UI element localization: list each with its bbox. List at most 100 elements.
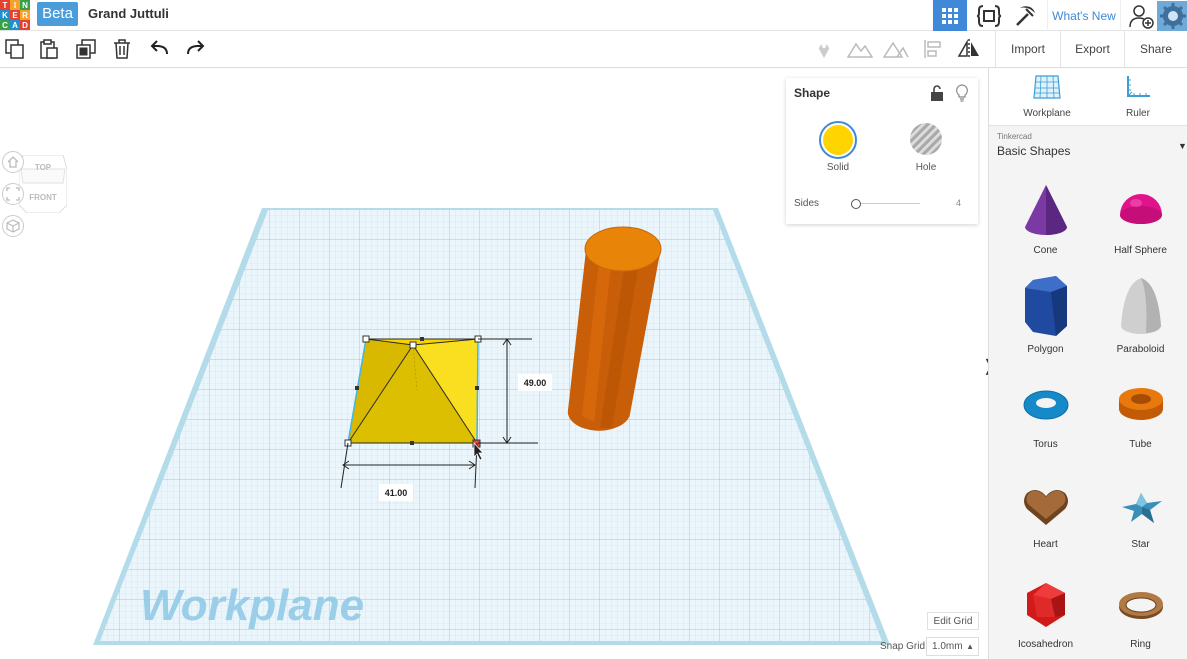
tinkercad-logo[interactable]: TIN KER CAD bbox=[0, 0, 30, 30]
shape-cone[interactable]: Cone bbox=[998, 183, 1093, 283]
shape-name: Star bbox=[1131, 539, 1150, 550]
library-select[interactable]: Basic Shapes bbox=[997, 144, 1070, 158]
shape-name: Heart bbox=[1033, 539, 1058, 550]
hide-button[interactable] bbox=[883, 37, 909, 61]
shape-name: Icosahedron bbox=[1017, 639, 1074, 650]
shape-torus[interactable]: Torus bbox=[998, 377, 1093, 477]
sides-value: 4 bbox=[956, 198, 962, 208]
align-button[interactable] bbox=[921, 37, 945, 61]
view-cube[interactable]: TOP FRONT bbox=[18, 154, 68, 214]
shape-paraboloid[interactable]: Paraboloid bbox=[1093, 274, 1187, 374]
hole-option[interactable] bbox=[910, 123, 942, 155]
shape-tube[interactable]: Tube bbox=[1093, 377, 1187, 477]
icosahedron-icon bbox=[1026, 583, 1065, 627]
mirror-icon bbox=[957, 39, 979, 59]
cone-icon bbox=[1024, 185, 1067, 235]
resize-handle[interactable] bbox=[409, 341, 417, 349]
clipboard-icon bbox=[40, 39, 58, 59]
3d-view-button[interactable] bbox=[933, 0, 967, 31]
trash-icon bbox=[114, 39, 130, 59]
ruler-tool[interactable]: Ruler bbox=[1098, 74, 1178, 119]
view-cube-top[interactable]: TOP bbox=[19, 163, 67, 172]
lock-icon[interactable] bbox=[930, 85, 944, 101]
tinkercad-app: TIN KER CAD Beta Grand Juttuli What's Ne… bbox=[0, 0, 1187, 659]
fit-view-button[interactable] bbox=[2, 183, 24, 205]
view-cube-front[interactable]: FRONT bbox=[19, 193, 67, 202]
solid-color-swatch bbox=[823, 125, 853, 155]
export-button[interactable]: Export bbox=[1060, 31, 1124, 67]
add-user-button[interactable] bbox=[1124, 0, 1158, 31]
share-button[interactable]: Share bbox=[1124, 31, 1187, 67]
lightbulb-icon[interactable] bbox=[955, 84, 969, 102]
redo-button[interactable] bbox=[183, 37, 207, 61]
code-blocks-icon bbox=[976, 4, 1002, 27]
half-sphere-icon bbox=[1119, 194, 1162, 224]
shape-name: Cone bbox=[1033, 245, 1058, 256]
shape-name: Half Sphere bbox=[1114, 245, 1167, 256]
projection-button[interactable] bbox=[2, 215, 24, 237]
snap-grid-value: 1.0mm bbox=[932, 641, 963, 652]
edit-grid-button[interactable]: Edit Grid bbox=[927, 612, 979, 630]
beta-badge: Beta bbox=[37, 2, 78, 26]
shape-name: Tube bbox=[1129, 439, 1152, 450]
snap-grid-select[interactable]: 1.0mm ▲ bbox=[926, 637, 979, 656]
hole-label: Hole bbox=[915, 162, 937, 173]
import-button[interactable]: Import bbox=[995, 31, 1060, 67]
note-button[interactable] bbox=[812, 37, 836, 61]
grid-icon bbox=[942, 7, 958, 24]
pin-icon bbox=[819, 44, 829, 58]
torus-icon bbox=[1023, 390, 1068, 420]
pickaxe-icon bbox=[1016, 5, 1035, 26]
duplicate-button[interactable] bbox=[74, 37, 98, 61]
library-owner: Tinkercad bbox=[997, 132, 1032, 141]
delete-button[interactable] bbox=[110, 37, 134, 61]
project-title[interactable]: Grand Juttuli bbox=[88, 6, 169, 21]
ring-icon bbox=[1118, 592, 1163, 619]
shape-star[interactable]: Star bbox=[1093, 477, 1187, 577]
workplane-tool-label: Workplane bbox=[1023, 108, 1071, 119]
mountain-outline-icon bbox=[883, 41, 909, 58]
ruler-icon bbox=[1127, 76, 1150, 97]
resize-handle[interactable] bbox=[362, 335, 370, 343]
duplicate-icon bbox=[76, 39, 96, 59]
fit-icon bbox=[6, 187, 20, 201]
solid-option[interactable] bbox=[819, 121, 857, 159]
minecraft-button[interactable] bbox=[1009, 0, 1043, 31]
sidebar-tools: Workplane Ruler bbox=[989, 68, 1187, 126]
paste-button[interactable] bbox=[37, 37, 61, 61]
heart-icon bbox=[1023, 490, 1068, 525]
workplane-tool[interactable]: Workplane bbox=[1007, 74, 1087, 119]
user-avatar[interactable] bbox=[1157, 0, 1187, 31]
home-view-button[interactable] bbox=[2, 151, 24, 173]
home-icon bbox=[7, 156, 19, 168]
depth-dimension[interactable]: 49.00 bbox=[524, 378, 547, 388]
pyramid-shape[interactable] bbox=[344, 335, 482, 448]
shape-heart[interactable]: Heart bbox=[998, 477, 1093, 577]
redo-icon bbox=[187, 40, 205, 55]
avatar-icon bbox=[1157, 0, 1187, 31]
star-icon bbox=[1121, 493, 1162, 523]
show-all-button[interactable] bbox=[847, 37, 873, 61]
shape-polygon[interactable]: Polygon bbox=[998, 274, 1093, 374]
sides-slider-track[interactable] bbox=[854, 203, 920, 204]
shape-inspector-title: Shape bbox=[794, 86, 831, 100]
caret-down-icon[interactable]: ▼ bbox=[1178, 141, 1187, 151]
mountain-icon bbox=[847, 42, 873, 58]
shape-ring[interactable]: Ring bbox=[1093, 577, 1187, 659]
whats-new-link[interactable]: What's New bbox=[1047, 0, 1121, 31]
tube-icon bbox=[1118, 388, 1163, 420]
shape-name: Paraboloid bbox=[1116, 344, 1165, 355]
shape-inspector: Shape Solid Hole Sides 4 bbox=[786, 78, 978, 224]
caret-up-icon: ▲ bbox=[966, 642, 974, 651]
mirror-button[interactable] bbox=[957, 37, 981, 61]
cube-icon bbox=[6, 219, 20, 233]
shape-half-sphere[interactable]: Half Sphere bbox=[1093, 183, 1187, 283]
width-dimension[interactable]: 41.00 bbox=[385, 488, 408, 498]
paraboloid-icon bbox=[1120, 278, 1161, 334]
undo-button[interactable] bbox=[148, 37, 172, 61]
shape-icosahedron[interactable]: Icosahedron bbox=[998, 577, 1093, 659]
codeblocks-button[interactable] bbox=[972, 0, 1006, 31]
new-shape-button[interactable] bbox=[3, 37, 27, 61]
workplane-watermark: Workplane bbox=[140, 581, 364, 630]
sides-slider-knob[interactable] bbox=[851, 199, 861, 209]
